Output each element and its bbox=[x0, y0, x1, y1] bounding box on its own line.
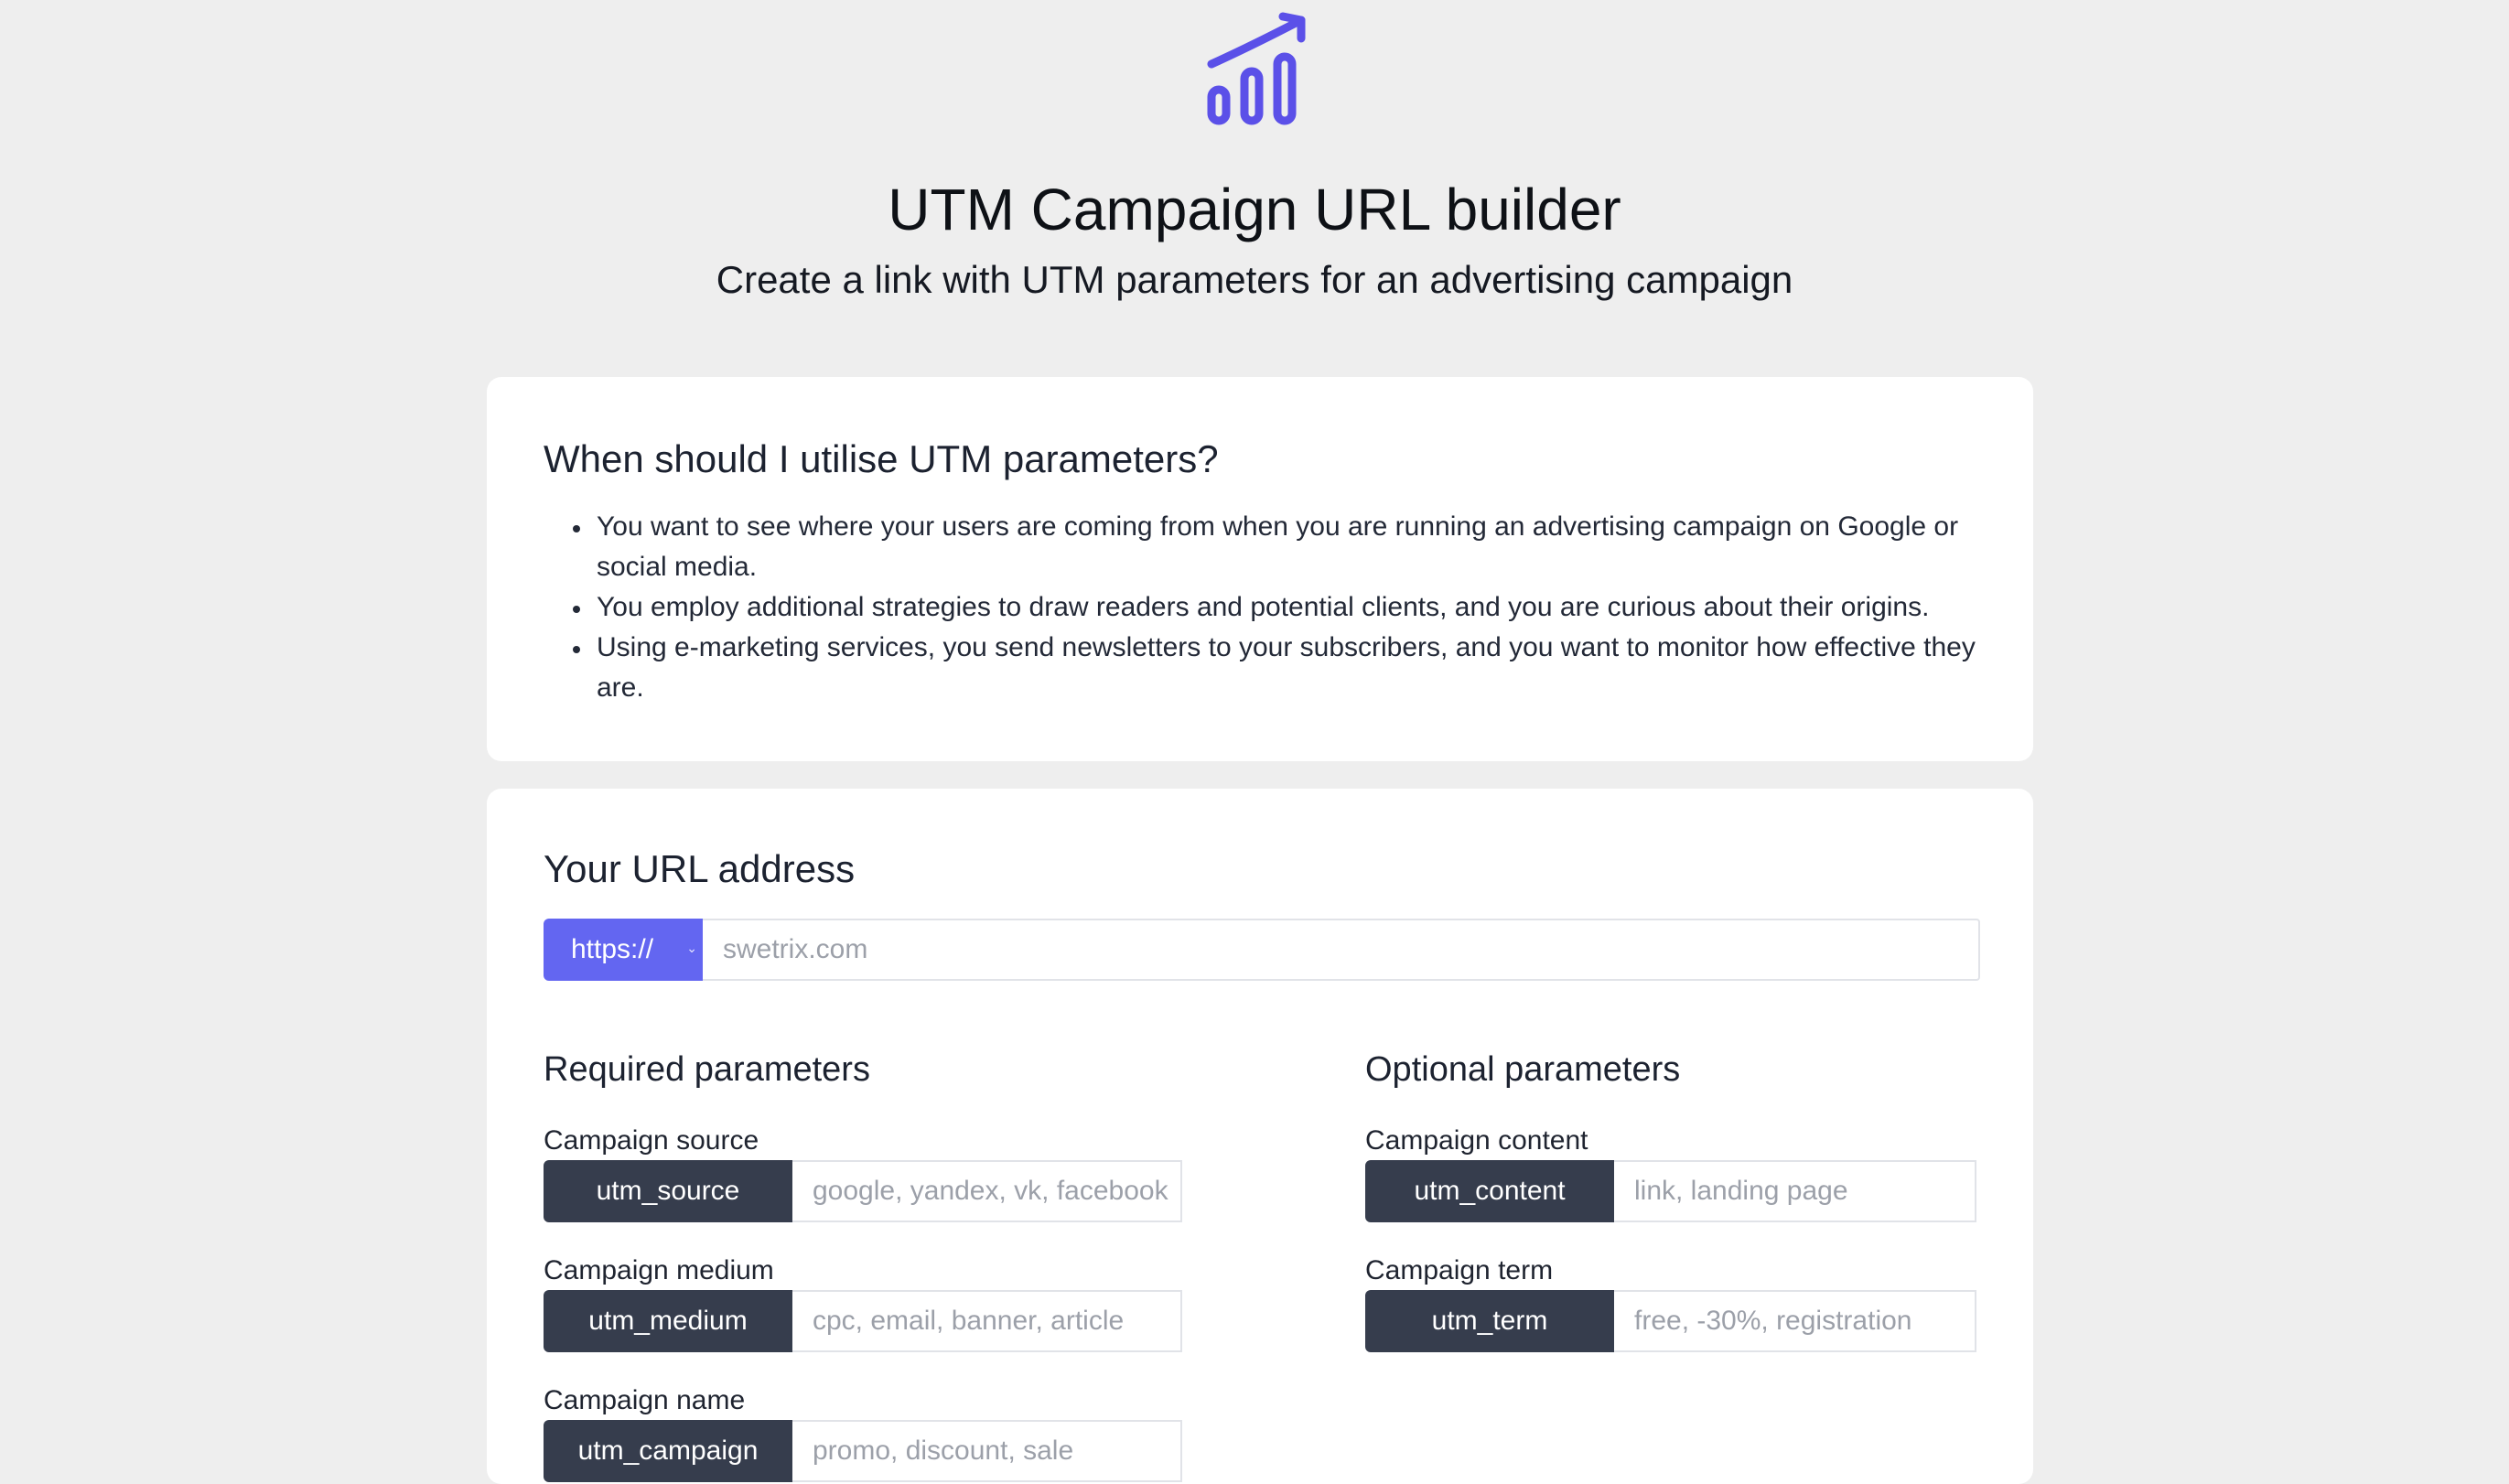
utm-term-row: utm_term free, -30%, registration bbox=[1365, 1290, 1976, 1352]
utm-campaign-tag: utm_campaign bbox=[544, 1420, 792, 1482]
utm-campaign-row: utm_campaign promo, discount, sale bbox=[544, 1420, 1182, 1482]
utm-content-row: utm_content link, landing page bbox=[1365, 1160, 1976, 1222]
utm-source-input[interactable]: google, yandex, vk, facebook bbox=[792, 1160, 1182, 1222]
campaign-source-label: Campaign source bbox=[544, 1125, 759, 1156]
list-item: You employ additional strategies to draw… bbox=[544, 587, 2008, 628]
url-input[interactable]: swetrix.com bbox=[703, 919, 1980, 981]
url-builder-card: Your URL address https:// ⌄ swetrix.com … bbox=[487, 789, 2033, 1484]
info-heading: When should I utilise UTM parameters? bbox=[544, 437, 1219, 480]
utm-source-row: utm_source google, yandex, vk, facebook bbox=[544, 1160, 1182, 1222]
utm-campaign-input[interactable]: promo, discount, sale bbox=[792, 1420, 1182, 1482]
info-bullet-list: You want to see where your users are com… bbox=[544, 507, 2008, 708]
utm-content-tag: utm_content bbox=[1365, 1160, 1614, 1222]
info-card: When should I utilise UTM parameters? Yo… bbox=[487, 377, 2033, 761]
utm-medium-row: utm_medium cpc, email, banner, article bbox=[544, 1290, 1182, 1352]
campaign-content-label: Campaign content bbox=[1365, 1125, 1588, 1156]
url-row: https:// ⌄ swetrix.com bbox=[544, 919, 1980, 981]
campaign-name-label: Campaign name bbox=[544, 1385, 746, 1415]
protocol-value: https:// bbox=[571, 934, 654, 964]
growth-chart-icon bbox=[1207, 12, 1306, 125]
page-title: UTM Campaign URL builder bbox=[888, 177, 1621, 242]
utm-content-input[interactable]: link, landing page bbox=[1614, 1160, 1976, 1222]
campaign-medium-label: Campaign medium bbox=[544, 1255, 774, 1285]
list-item: You want to see where your users are com… bbox=[544, 507, 2008, 587]
utm-term-input[interactable]: free, -30%, registration bbox=[1614, 1290, 1976, 1352]
campaign-term-label: Campaign term bbox=[1365, 1255, 1554, 1285]
utm-term-tag: utm_term bbox=[1365, 1290, 1614, 1352]
page-subtitle: Create a link with UTM parameters for an… bbox=[716, 258, 1793, 301]
utm-medium-tag: utm_medium bbox=[544, 1290, 792, 1352]
chevron-down-icon: ⌄ bbox=[686, 941, 697, 955]
list-item: Using e-marketing services, you send new… bbox=[544, 628, 2008, 708]
optional-params-title: Optional parameters bbox=[1365, 1050, 1681, 1089]
protocol-select[interactable]: https:// ⌄ bbox=[544, 919, 703, 981]
required-params-title: Required parameters bbox=[544, 1050, 870, 1089]
utm-medium-input[interactable]: cpc, email, banner, article bbox=[792, 1290, 1182, 1352]
url-heading: Your URL address bbox=[544, 847, 856, 890]
utm-source-tag: utm_source bbox=[544, 1160, 792, 1222]
